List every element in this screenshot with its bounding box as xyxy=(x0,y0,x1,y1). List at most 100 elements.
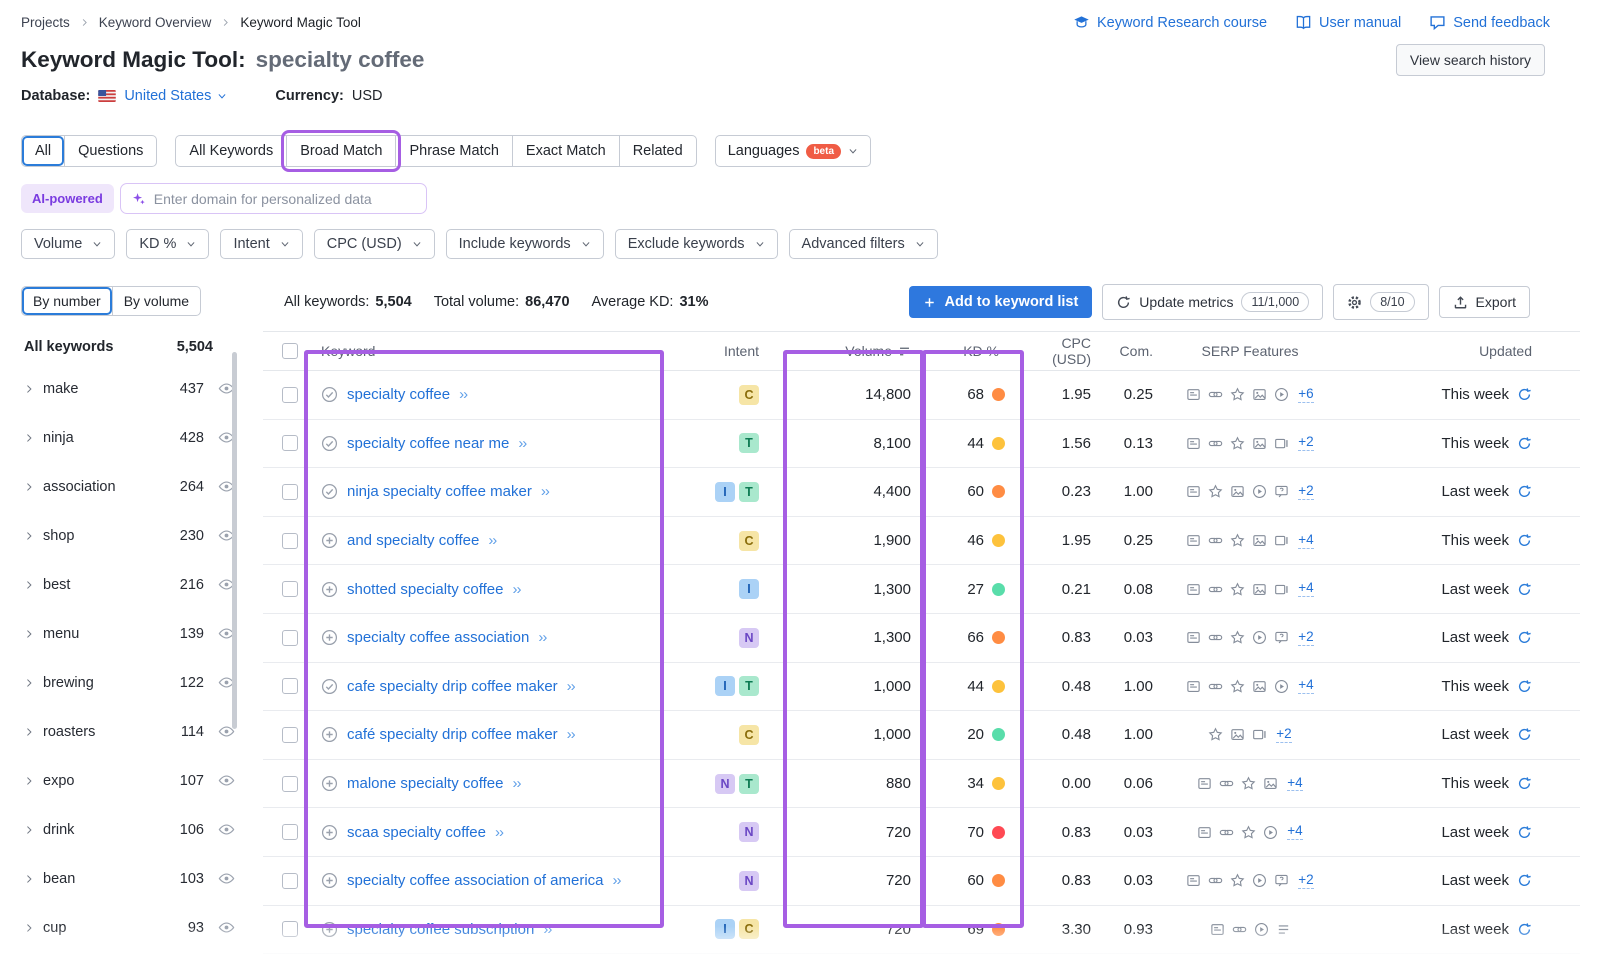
keyword-link[interactable]: and specialty coffee xyxy=(347,532,479,549)
serp-more-link[interactable]: +2 xyxy=(1276,727,1291,743)
sidebar-group-item[interactable]: brewing 122 xyxy=(21,658,239,707)
sidebar-group-item[interactable]: association 264 xyxy=(21,462,239,511)
open-keyword-icon[interactable]: ›› xyxy=(541,483,549,500)
refresh-icon[interactable] xyxy=(1517,582,1532,597)
open-keyword-icon[interactable]: ›› xyxy=(613,872,621,889)
open-keyword-icon[interactable]: ›› xyxy=(567,726,575,743)
open-keyword-icon[interactable]: ›› xyxy=(538,629,546,646)
open-keyword-icon[interactable]: ›› xyxy=(488,532,496,549)
refresh-icon[interactable] xyxy=(1517,630,1532,645)
add-keyword-icon[interactable] xyxy=(321,775,338,792)
row-checkbox[interactable] xyxy=(282,727,298,743)
add-keyword-icon[interactable] xyxy=(321,921,338,938)
keyword-link[interactable]: cafe specialty drip coffee maker xyxy=(347,678,558,695)
open-keyword-icon[interactable]: ›› xyxy=(518,435,526,452)
refresh-icon[interactable] xyxy=(1517,387,1532,402)
filter-include-keywords[interactable]: Include keywords xyxy=(446,229,604,259)
keyword-link[interactable]: specialty coffee association of america xyxy=(347,872,604,889)
all-keywords-header[interactable]: All keywords 5,504 xyxy=(21,330,239,364)
sidebar-scrollbar[interactable] xyxy=(232,352,237,729)
filter-kd[interactable]: KD % xyxy=(126,229,209,259)
refresh-icon[interactable] xyxy=(1517,727,1532,742)
filter-intent[interactable]: Intent xyxy=(220,229,302,259)
select-all-checkbox[interactable] xyxy=(282,343,298,359)
open-keyword-icon[interactable]: ›› xyxy=(513,581,521,598)
column-header-keyword[interactable]: Keyword xyxy=(307,343,663,359)
row-checkbox[interactable] xyxy=(282,581,298,597)
toggle-by-volume[interactable]: By volume xyxy=(112,287,200,315)
keyword-link[interactable]: scaa specialty coffee xyxy=(347,824,486,841)
sidebar-group-item[interactable]: cup 93 xyxy=(21,903,239,952)
filter-cpc-usd[interactable]: CPC (USD) xyxy=(314,229,435,259)
link-keyword-research-course[interactable]: Keyword Research course xyxy=(1073,14,1267,31)
sidebar-group-item[interactable]: shop 230 xyxy=(21,511,239,560)
open-keyword-icon[interactable]: ›› xyxy=(459,386,467,403)
refresh-icon[interactable] xyxy=(1517,922,1532,937)
row-checkbox[interactable] xyxy=(282,776,298,792)
filter-exclude-keywords[interactable]: Exclude keywords xyxy=(615,229,778,259)
in-list-icon[interactable] xyxy=(321,435,338,452)
row-checkbox[interactable] xyxy=(282,630,298,646)
serp-more-link[interactable]: +2 xyxy=(1298,873,1313,889)
tab-phrase-match[interactable]: Phrase Match xyxy=(395,136,511,166)
serp-more-link[interactable]: +6 xyxy=(1298,387,1313,403)
column-header-kd[interactable]: KD % xyxy=(923,343,1023,359)
tab-questions[interactable]: Questions xyxy=(64,136,156,166)
add-to-keyword-list-button[interactable]: Add to keyword list xyxy=(909,286,1093,318)
row-checkbox[interactable] xyxy=(282,435,298,451)
column-header-intent[interactable]: Intent xyxy=(663,343,785,359)
sidebar-group-item[interactable]: ninja 428 xyxy=(21,413,239,462)
link-send-feedback[interactable]: Send feedback xyxy=(1429,14,1550,31)
in-list-icon[interactable] xyxy=(321,386,338,403)
serp-more-link[interactable]: +4 xyxy=(1298,581,1313,597)
open-keyword-icon[interactable]: ›› xyxy=(567,678,575,695)
serp-more-link[interactable]: +4 xyxy=(1298,678,1313,694)
add-keyword-icon[interactable] xyxy=(321,581,338,598)
tab-all[interactable]: All xyxy=(22,136,64,166)
serp-more-link[interactable]: +4 xyxy=(1287,776,1302,792)
sort-descending-icon[interactable] xyxy=(898,345,911,358)
breadcrumb-item-keyword-overview[interactable]: Keyword Overview xyxy=(99,15,212,30)
row-checkbox[interactable] xyxy=(282,533,298,549)
database-select[interactable]: United States xyxy=(124,88,227,104)
in-list-icon[interactable] xyxy=(321,483,338,500)
tab-broad-match[interactable]: Broad Match xyxy=(286,136,395,166)
settings-button[interactable]: 8/10 xyxy=(1333,284,1428,320)
column-header-com[interactable]: Com. xyxy=(1095,343,1157,359)
sidebar-group-item[interactable]: best 216 xyxy=(21,560,239,609)
toggle-by-number[interactable]: By number xyxy=(22,287,112,315)
breadcrumb-item-projects[interactable]: Projects xyxy=(21,15,70,30)
refresh-icon[interactable] xyxy=(1517,873,1532,888)
open-keyword-icon[interactable]: ›› xyxy=(495,824,503,841)
keyword-link[interactable]: specialty coffee near me xyxy=(347,435,509,452)
add-keyword-icon[interactable] xyxy=(321,824,338,841)
eye-icon[interactable] xyxy=(218,772,235,789)
eye-icon[interactable] xyxy=(218,821,235,838)
open-keyword-icon[interactable]: ›› xyxy=(512,775,520,792)
row-checkbox[interactable] xyxy=(282,484,298,500)
keyword-link[interactable]: ninja specialty coffee maker xyxy=(347,483,532,500)
open-keyword-icon[interactable]: ›› xyxy=(543,921,551,938)
row-checkbox[interactable] xyxy=(282,873,298,889)
keyword-link[interactable]: malone specialty coffee xyxy=(347,775,503,792)
sidebar-group-item[interactable]: drink 106 xyxy=(21,805,239,854)
keyword-link[interactable]: specialty coffee xyxy=(347,386,450,403)
export-button[interactable]: Export xyxy=(1439,286,1530,318)
column-header-cpc[interactable]: CPC (USD) xyxy=(1023,335,1095,367)
serp-more-link[interactable]: +2 xyxy=(1298,484,1313,500)
refresh-icon[interactable] xyxy=(1517,533,1532,548)
row-checkbox[interactable] xyxy=(282,387,298,403)
add-keyword-icon[interactable] xyxy=(321,532,338,549)
domain-input[interactable] xyxy=(154,191,416,207)
sidebar-group-item[interactable]: bean 103 xyxy=(21,854,239,903)
row-checkbox[interactable] xyxy=(282,678,298,694)
tab-related[interactable]: Related xyxy=(619,136,696,166)
keyword-link[interactable]: specialty coffee association xyxy=(347,629,529,646)
keyword-link[interactable]: café specialty drip coffee maker xyxy=(347,726,558,743)
row-checkbox[interactable] xyxy=(282,824,298,840)
refresh-icon[interactable] xyxy=(1517,484,1532,499)
eye-icon[interactable] xyxy=(218,870,235,887)
refresh-icon[interactable] xyxy=(1517,436,1532,451)
link-user-manual[interactable]: User manual xyxy=(1295,14,1401,31)
row-checkbox[interactable] xyxy=(282,921,298,937)
